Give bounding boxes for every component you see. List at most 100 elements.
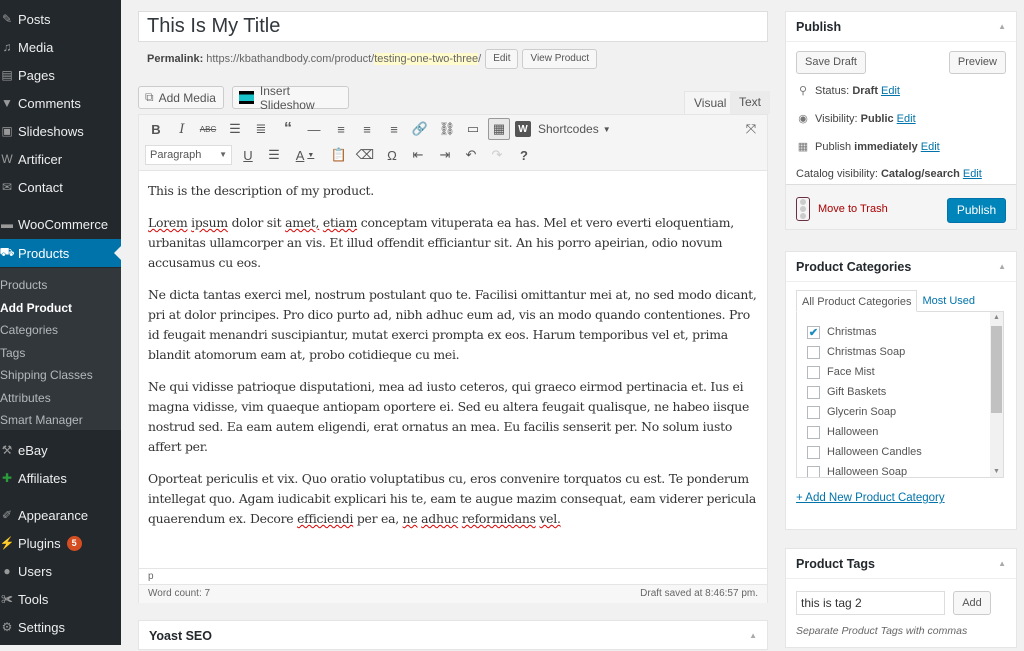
sidebar-item-products[interactable]: ⛟ Products	[0, 239, 121, 267]
redo-icon[interactable]: ↷	[486, 144, 508, 166]
checkbox[interactable]	[807, 405, 820, 419]
submenu-smart-manager[interactable]: Smart Manager	[0, 409, 121, 432]
schedule-edit-link[interactable]: Edit	[921, 141, 940, 153]
submenu-attributes[interactable]: Attributes	[0, 387, 121, 410]
numbered-list-icon[interactable]: ≣	[250, 118, 272, 140]
category-item[interactable]: Face Mist	[807, 363, 875, 381]
editor-content-area[interactable]: This is the description of my product. L…	[139, 171, 767, 529]
category-scrollbar[interactable]: ▲ ▼	[990, 312, 1003, 477]
scroll-up-icon[interactable]: ▲	[990, 314, 1003, 321]
add-tag-button[interactable]: Add	[953, 591, 991, 615]
submenu-tags[interactable]: Tags	[0, 342, 121, 365]
sidebar-item-media[interactable]: ♫ Media	[0, 33, 121, 61]
tab-visual[interactable]: Visual	[684, 91, 737, 114]
sidebar-item-appearance[interactable]: ✐ Appearance	[0, 501, 121, 529]
checkbox[interactable]	[807, 345, 820, 359]
submenu-add-product[interactable]: Add Product	[0, 297, 121, 320]
permalink-slug[interactable]: testing-one-two-three	[374, 53, 479, 65]
sidebar-item-plugins[interactable]: ⚡ Plugins 5	[0, 529, 121, 557]
tab-text[interactable]: Text	[730, 91, 771, 114]
permalink-base[interactable]: https://kbathandbody.com/product/	[206, 53, 374, 65]
indent-icon[interactable]: ⇥	[434, 144, 456, 166]
paste-text-icon[interactable]: 📋	[328, 144, 350, 166]
category-item[interactable]: Halloween Candles	[807, 443, 922, 461]
fullscreen-icon[interactable]: ⤧	[740, 118, 762, 140]
italic-icon[interactable]: I	[171, 118, 193, 140]
tab-all-categories[interactable]: All Product Categories	[796, 290, 918, 312]
text-color-icon[interactable]: A ▼	[290, 144, 320, 166]
post-title-input[interactable]: This Is My Title	[138, 11, 768, 42]
sidebar-item-ebay[interactable]: ⚒ eBay	[0, 436, 121, 464]
sidebar-item-tools[interactable]: ✀ Tools	[0, 585, 121, 613]
sidebar-item-affiliates[interactable]: ✚ Affiliates	[0, 464, 121, 492]
align-center-icon[interactable]: ≡	[356, 118, 378, 140]
sidebar-item-settings[interactable]: ⚙ Settings	[0, 613, 121, 641]
toolbar-toggle-icon[interactable]: ▦	[488, 118, 510, 140]
sidebar-item-users[interactable]: ● Users	[0, 557, 121, 585]
help-icon[interactable]: ?	[513, 144, 535, 166]
sidebar-item-artificer[interactable]: W Artificer	[0, 145, 121, 173]
align-right-icon[interactable]: ≡	[383, 118, 405, 140]
unlink-icon[interactable]: ⛓	[436, 118, 458, 140]
sidebar-item-contact[interactable]: ✉ Contact	[0, 173, 121, 201]
visibility-edit-link[interactable]: Edit	[897, 113, 916, 125]
plug-icon: ⚡	[0, 536, 15, 550]
checkbox[interactable]	[807, 425, 820, 439]
horizontal-line-icon[interactable]: —	[303, 118, 325, 140]
blockquote-icon[interactable]: “	[277, 118, 299, 140]
collapse-arrow-icon[interactable]: ▲	[998, 252, 1006, 282]
submenu-categories[interactable]: Categories	[0, 319, 121, 342]
outdent-icon[interactable]: ⇤	[407, 144, 429, 166]
link-icon[interactable]: 🔗	[409, 118, 431, 140]
category-item[interactable]: Halloween Soap	[807, 463, 907, 477]
category-item[interactable]: Halloween	[807, 423, 878, 441]
sidebar-item-posts[interactable]: ✎ Posts	[0, 5, 121, 33]
shortcodes-dropdown[interactable]: Shortcodes ▼	[538, 118, 616, 140]
strikethrough-icon[interactable]: ABC	[197, 118, 219, 140]
move-to-trash-link[interactable]: Move to Trash	[796, 197, 888, 221]
tag-input[interactable]: this is tag 2	[796, 591, 945, 615]
sidebar-item-pages[interactable]: ▤ Pages	[0, 61, 121, 89]
category-item[interactable]: Gift Baskets	[807, 383, 886, 401]
add-media-button[interactable]: ⧉ Add Media	[138, 86, 224, 109]
underline-icon[interactable]: U	[237, 144, 259, 166]
justify-icon[interactable]: ☰	[263, 144, 285, 166]
sidebar-item-comments[interactable]: ▼ Comments	[0, 89, 121, 117]
collapse-arrow-icon[interactable]: ▲	[998, 12, 1006, 42]
collapse-arrow-icon[interactable]: ▲	[998, 549, 1006, 579]
catalog-edit-link[interactable]: Edit	[963, 168, 982, 180]
category-item[interactable]: Christmas Soap	[807, 343, 905, 361]
permalink-edit-button[interactable]: Edit	[485, 49, 519, 69]
tab-most-used[interactable]: Most Used	[917, 290, 980, 312]
scroll-down-icon[interactable]: ▼	[990, 468, 1003, 475]
category-item[interactable]: Glycerin Soap	[807, 403, 896, 421]
submenu-products[interactable]: Products	[0, 274, 121, 297]
checkbox[interactable]	[807, 365, 820, 379]
scrollbar-thumb[interactable]	[991, 326, 1002, 413]
sidebar-item-slideshows[interactable]: ▣ Slideshows	[0, 117, 121, 145]
checkbox[interactable]	[807, 465, 820, 477]
publish-button[interactable]: Publish	[947, 198, 1006, 223]
preview-button[interactable]: Preview	[948, 51, 1006, 74]
view-product-button[interactable]: View Product	[522, 49, 598, 69]
special-character-icon[interactable]: Ω	[381, 144, 403, 166]
add-new-category-link[interactable]: + Add New Product Category	[796, 492, 945, 504]
insert-slideshow-button[interactable]: Insert Slideshow	[232, 84, 349, 112]
collapse-arrow-icon[interactable]: ▲	[749, 621, 757, 651]
format-select[interactable]: Paragraph ▼	[145, 145, 232, 165]
read-more-icon[interactable]: ▭	[462, 118, 484, 140]
shortcodes-icon[interactable]: W	[515, 121, 531, 137]
save-draft-button[interactable]: Save Draft	[796, 51, 866, 74]
checkbox[interactable]	[807, 445, 820, 459]
status-edit-link[interactable]: Edit	[881, 85, 900, 97]
bullet-list-icon[interactable]: ☰	[224, 118, 246, 140]
checkbox[interactable]	[807, 385, 820, 399]
bold-icon[interactable]: B	[145, 118, 167, 140]
checkbox-checked[interactable]: ✔	[807, 325, 820, 339]
undo-icon[interactable]: ↶	[460, 144, 482, 166]
category-item[interactable]: ✔ Christmas	[807, 323, 877, 341]
sidebar-item-woocommerce[interactable]: ▬ WooCommerce	[0, 210, 121, 238]
align-left-icon[interactable]: ≡	[330, 118, 352, 140]
clear-formatting-icon[interactable]: ⌫	[354, 144, 376, 166]
submenu-shipping-classes[interactable]: Shipping Classes	[0, 364, 121, 387]
